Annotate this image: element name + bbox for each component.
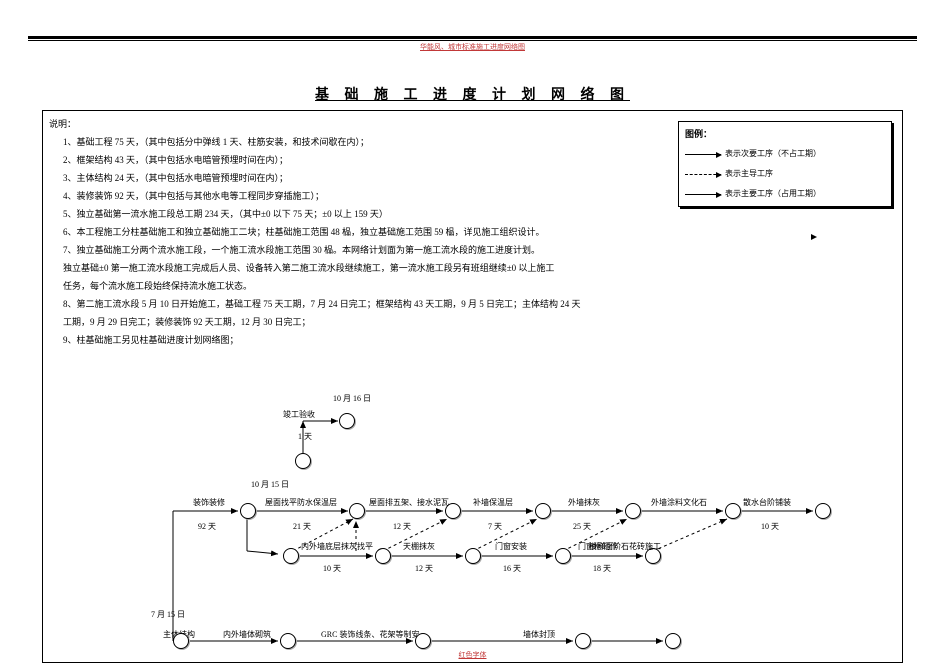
activity-label: 屋面找平防水保温层 — [265, 497, 337, 508]
diagram-node — [295, 453, 311, 469]
duration-label: 7 天 — [488, 521, 502, 532]
explain-label: 说明： — [49, 117, 76, 130]
activity-label: 楼梯面阶石花砖施工 — [589, 541, 661, 552]
date-label: 10 月 16 日 — [333, 393, 371, 404]
diagram-node — [815, 503, 831, 519]
diagram-node — [445, 503, 461, 519]
diagram-node — [280, 633, 296, 649]
duration-label: 16 天 — [503, 563, 521, 574]
activity-label: 天棚抹灰 — [403, 541, 435, 552]
duration-label: 12 天 — [393, 521, 411, 532]
diagram-node — [415, 633, 431, 649]
legend-box: 图例： 表示次要工序（不占工期） 表示主导工序 表示主要工序（占用工期） — [678, 121, 892, 207]
diagram-node — [725, 503, 741, 519]
note-line: 9、柱基础施工另见柱基础进度计划网络图； — [63, 331, 663, 349]
dashed-arrow-icon — [685, 174, 721, 175]
footer-note: 红色字体 — [459, 650, 487, 660]
activity-label: 散水台阶铺装 — [743, 497, 791, 508]
diagram-node — [535, 503, 551, 519]
duration-label: 1 天 — [298, 431, 312, 442]
legend-title: 图例： — [685, 126, 885, 142]
activity-label: 外墙涂料文化石 — [651, 497, 707, 508]
duration-label: 25 天 — [573, 521, 591, 532]
network-diagram: 10 月 16 日 竣工验收 1 天 10 月 15 日 装饰装修 92 天 屋… — [43, 391, 902, 662]
top-rule-thin — [28, 40, 917, 41]
note-line: 5、独立基础第一流水施工段总工期 234 天，（其中±0 以下 75 天；±0 … — [63, 205, 663, 223]
diagram-node — [625, 503, 641, 519]
activity-label: 竣工验收 — [283, 409, 315, 420]
diagram-node — [349, 503, 365, 519]
activity-label: 补墙保温层 — [473, 497, 513, 508]
note-line: 3、主体结构 24 天，（其中包括水电暗管预埋时间在内）； — [63, 169, 663, 187]
activity-label: 内外墙体砌筑 — [223, 629, 271, 640]
legend-label: 表示主要工序（占用工期） — [725, 186, 821, 202]
header-note: 华能风、城市标准施工进度网络图 — [420, 42, 525, 52]
date-label: 10 月 15 日 — [251, 479, 289, 490]
duration-label: 18 天 — [593, 563, 611, 574]
top-rule-heavy — [28, 36, 917, 39]
diagram-node — [375, 548, 391, 564]
notes-block: 1、基础工程 75 天，（其中包括分中弹线 1 天、柱筋安装，和技术间歇在内）；… — [63, 133, 663, 349]
note-line: 独立基础±0 第一施工流水段施工完成后人员、设备转入第二施工流水段继续施工，第一… — [63, 259, 663, 277]
legend-row-primary: 表示主要工序（占用工期） — [685, 186, 885, 202]
note-line: 4、装修装饰 92 天，（其中包括与其他水电等工程同步穿插施工）； — [63, 187, 663, 205]
diagram-node — [575, 633, 591, 649]
activity-label: GRC 装饰线条、花架等制安 — [321, 629, 419, 640]
note-line: 任务，每个流水施工段始终保持流水施工状态。 — [63, 277, 663, 295]
note-line: 8、第二施工流水段 5 月 10 日开始施工，基础工程 75 天工期，7 月 2… — [63, 295, 663, 313]
diagram-node — [173, 633, 189, 649]
activity-label: 屋面排五架、接水泥瓦 — [369, 497, 449, 508]
legend-label: 表示主导工序 — [725, 166, 773, 182]
date-label: 7 月 15 日 — [151, 609, 185, 620]
duration-label: 21 天 — [293, 521, 311, 532]
legend-row-dashed: 表示主导工序 — [685, 166, 885, 182]
note-line: 1、基础工程 75 天，（其中包括分中弹线 1 天、柱筋安装，和技术间歇在内）； — [63, 133, 663, 151]
page-title: 基 础 施 工 进 度 计 划 网 络 图 — [315, 84, 630, 104]
arrow-icon — [685, 194, 721, 195]
arrow-icon — [685, 154, 721, 155]
legend-label: 表示次要工序（不占工期） — [725, 146, 821, 162]
activity-label: 内外墙底层抹灰找平 — [301, 541, 373, 552]
activity-label: 墙体封顶 — [523, 629, 555, 640]
diagram-node — [283, 548, 299, 564]
diagram-node — [665, 633, 681, 649]
duration-label: 92 天 — [198, 521, 216, 532]
note-line: 6、本工程施工分柱基础施工和独立基础施工二块；柱基础施工范围 48 榀，独立基础… — [63, 223, 663, 241]
note-line: 7、独立基础施工分两个流水施工段，一个施工流水段施工范围 30 榀。本网络计划面… — [63, 241, 663, 259]
page: 华能风、城市标准施工进度网络图 基 础 施 工 进 度 计 划 网 络 图 说明… — [0, 0, 945, 669]
activity-label: 装饰装修 — [193, 497, 225, 508]
duration-label: 10 天 — [761, 521, 779, 532]
diagram-node — [555, 548, 571, 564]
activity-label: 外墙抹灰 — [568, 497, 600, 508]
diagram-node — [339, 413, 355, 429]
diagram-node — [240, 503, 256, 519]
activity-label: 门窗安装 — [495, 541, 527, 552]
note-line: 2、框架结构 43 天，（其中包括水电暗管预埋时间在内）； — [63, 151, 663, 169]
duration-label: 12 天 — [415, 563, 433, 574]
duration-label: 10 天 — [323, 563, 341, 574]
legend-row-secondary: 表示次要工序（不占工期） — [685, 146, 885, 162]
diagram-node — [465, 548, 481, 564]
content-frame: 说明： 1、基础工程 75 天，（其中包括分中弹线 1 天、柱筋安装，和技术间歇… — [42, 110, 903, 663]
note-line: 工期，9 月 29 日完工；装修装饰 92 天工期，12 月 30 日完工； — [63, 313, 663, 331]
